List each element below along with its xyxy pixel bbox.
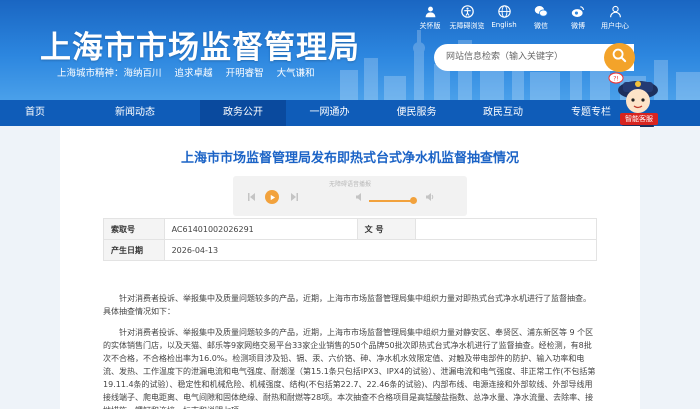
- article-title: 上海市市场监督管理局发布即热式台式净水机监督抽查情况: [180, 151, 519, 166]
- article-panel: 上海市市场监督管理局发布即热式台式净水机监督抽查情况 无障碍语音播报 索取号 A…: [60, 126, 640, 409]
- article-paragraph: 针对消费者投诉、举报集中及质量问题较多的产品，近期，上海市市场监督管理局集中组织…: [103, 328, 596, 409]
- index-label: 索取号: [103, 218, 165, 240]
- next-button[interactable]: [289, 192, 299, 202]
- toplink-weibo-label: 微博: [571, 22, 585, 30]
- search-button[interactable]: [604, 43, 635, 72]
- nav-one-network[interactable]: 一网通办: [286, 100, 373, 126]
- slogan-part-3: 开明睿智: [225, 68, 264, 79]
- index-value: AC61401002026291: [163, 218, 358, 240]
- audio-player: 无障碍语音播报: [233, 176, 467, 216]
- document-meta-table: 索取号 AC61401002026291 文 号 产生日期 2026-04-13: [103, 218, 598, 261]
- smart-service-label[interactable]: 智能客服: [620, 113, 658, 125]
- doc-number-label: 文 号: [356, 218, 417, 240]
- toplink-weibo[interactable]: 微博: [561, 4, 595, 31]
- slogan-part-4: 大气谦和: [276, 68, 315, 79]
- date-label: 产生日期: [103, 239, 165, 261]
- svg-text:?!: ?!: [613, 76, 619, 83]
- slogan-part-2: 追求卓越: [174, 68, 213, 79]
- volume-icon[interactable]: [355, 192, 365, 202]
- volume-max-icon[interactable]: [425, 192, 435, 202]
- play-button[interactable]: [265, 190, 279, 204]
- doc-number-value: [415, 218, 597, 240]
- toplink-accessibility-label: 无障碍浏览: [449, 22, 485, 30]
- volume-slider-handle[interactable]: [410, 197, 417, 204]
- wechat-icon: [534, 4, 549, 19]
- search-icon: [612, 48, 627, 67]
- date-value: 2026-04-13: [163, 239, 598, 261]
- article-paragraph: 针对消费者投诉、举报集中及质量问题较多的产品，近期，上海市市场监督管理局集中组织…: [103, 294, 591, 316]
- city-slogan: 上海城市精神：海纳百川 追求卓越 开明睿智 大气谦和: [57, 65, 325, 79]
- toplink-user-center-label: 用户中心: [601, 22, 629, 30]
- weibo-icon: [571, 4, 586, 19]
- article-body: 针对消费者投诉、举报集中及质量问题较多的产品，近期，上海市市场监督管理局集中组织…: [103, 292, 597, 409]
- toplink-wechat[interactable]: 微信: [524, 4, 558, 31]
- toplink-care-label: 关怀版: [419, 22, 441, 30]
- care-icon: [423, 4, 438, 19]
- toplink-english[interactable]: English: [487, 4, 521, 31]
- nav-gov-affairs[interactable]: 政务公开: [200, 100, 286, 126]
- nav-home[interactable]: 首页: [0, 100, 70, 126]
- toplink-care[interactable]: 关怀版: [413, 4, 447, 31]
- site-header: 上海市市场监督管理局 上海城市精神：海纳百川 追求卓越 开明睿智 大气谦和 关怀…: [0, 0, 700, 100]
- main-nav: 首页 新闻动态 政务公开 一网通办 便民服务 政民互动 专题专栏: [0, 100, 700, 126]
- globe-icon: [497, 4, 512, 19]
- nav-news[interactable]: 新闻动态: [70, 100, 200, 126]
- player-caption: 无障碍语音播报: [328, 181, 371, 188]
- toplink-wechat-label: 微信: [534, 22, 548, 30]
- toplink-user-center[interactable]: 用户中心: [598, 4, 632, 31]
- nav-public-service[interactable]: 便民服务: [373, 100, 460, 126]
- site-title[interactable]: 上海市市场监督管理局: [40, 22, 360, 67]
- slogan-part-1: 上海城市精神：海纳百川: [57, 68, 162, 79]
- accessibility-icon: [460, 4, 475, 19]
- nav-interaction[interactable]: 政民互动: [460, 100, 546, 126]
- top-links: 关怀版 无障碍浏览 English 微信 微博 用户中心: [413, 4, 632, 31]
- toplink-english-label: English: [491, 21, 517, 29]
- previous-button[interactable]: [247, 192, 257, 202]
- volume-slider-track[interactable]: [369, 200, 414, 202]
- toplink-accessibility[interactable]: 无障碍浏览: [449, 4, 485, 31]
- user-icon: [608, 4, 623, 19]
